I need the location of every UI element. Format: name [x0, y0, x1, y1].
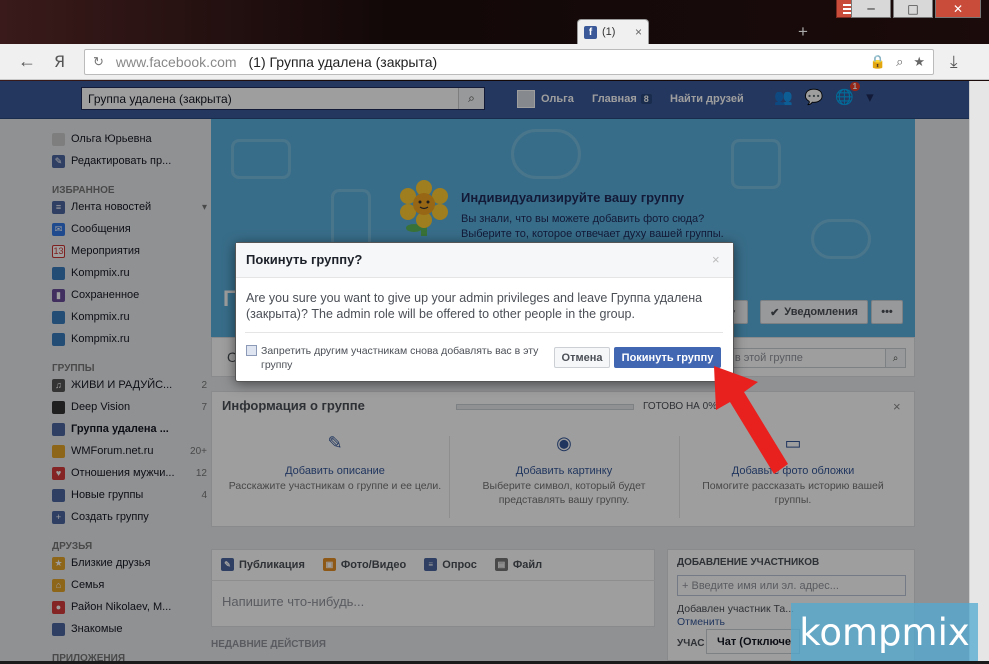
tab-title: (1) [602, 26, 616, 38]
scrollbar[interactable] [969, 81, 989, 661]
divider [245, 332, 723, 333]
back-arrow-icon[interactable]: ← [18, 51, 36, 72]
dialog-title: Покинуть группу? [246, 252, 363, 267]
new-tab-icon[interactable]: + [798, 22, 808, 42]
watermark-logo: kompmix [791, 603, 978, 661]
url-host: www.facebook.com [115, 54, 237, 70]
browser-tab[interactable]: f (1) × [577, 19, 649, 44]
checkbox[interactable] [246, 345, 257, 356]
tab-close-icon[interactable]: × [635, 25, 642, 39]
cancel-button[interactable]: Отмена [554, 347, 610, 368]
close-window-button[interactable]: ✕ [935, 0, 981, 18]
dialog-message: Are you sure you want to give up your ad… [246, 291, 703, 321]
block-readd-checkbox[interactable]: Запретить другим участникам снова добавл… [246, 344, 551, 372]
modal-overlay[interactable] [0, 119, 969, 661]
window-controls: ─ □ ✕ [851, 0, 981, 18]
address-bar[interactable]: ↻ www.facebook.com (1) Группа удалена (з… [84, 49, 934, 75]
minimize-button[interactable]: ─ [851, 0, 891, 18]
yandex-icon[interactable]: Я [54, 52, 65, 71]
checkbox-label: Запретить другим участникам снова добавл… [261, 345, 539, 371]
zoom-icon[interactable]: ⌕ [896, 54, 903, 70]
red-arrow-annotation [714, 366, 788, 474]
maximize-button[interactable]: □ [893, 0, 933, 18]
star-icon[interactable]: ★ [913, 54, 925, 70]
modal-overlay [0, 81, 969, 119]
lock-icon[interactable]: 🔒 [870, 54, 886, 70]
url-page-title: (1) Группа удалена (закрыта) [248, 54, 438, 70]
download-icon[interactable]: ⤓ [950, 52, 958, 72]
reload-icon[interactable]: ↻ [93, 54, 104, 70]
facebook-favicon-icon: f [584, 25, 597, 39]
dialog-close-icon[interactable]: × [712, 252, 720, 267]
